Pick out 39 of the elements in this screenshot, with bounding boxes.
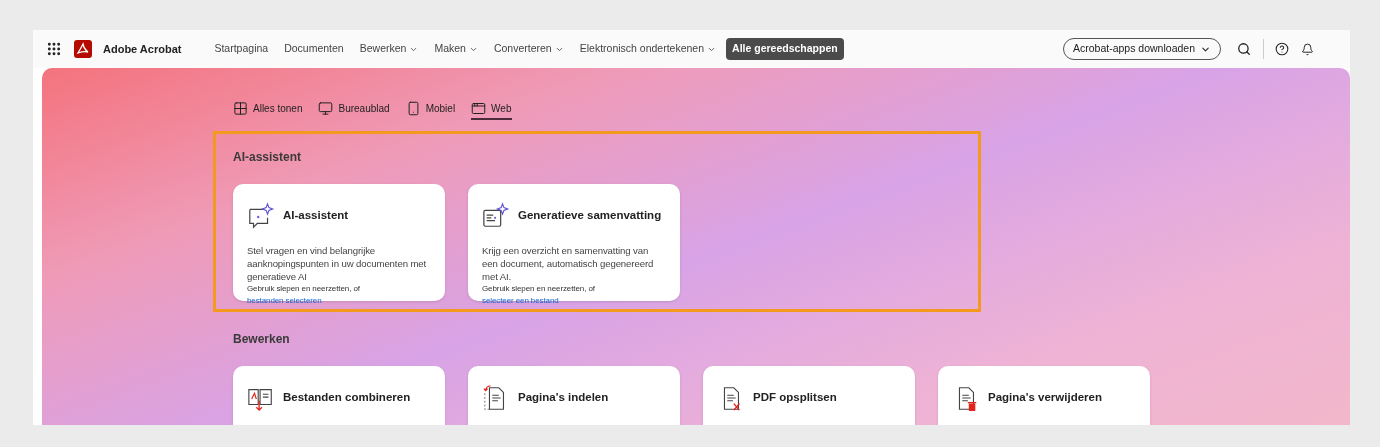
- filter-tab[interactable]: Mobiel: [405, 98, 456, 120]
- filter-tab[interactable]: Alles tonen: [233, 98, 303, 120]
- card-description: Stel vragen en vind belangrijke aanknopingspunten in uw documenten met generatieve AI: [247, 244, 428, 283]
- tool-card[interactable]: Bestanden combineren: [233, 366, 445, 425]
- card-title: Pagina's indelen: [518, 390, 609, 406]
- chat-sparkle-icon: [247, 202, 275, 230]
- section-title: AI-assistent: [233, 149, 303, 164]
- app-name: Adobe Acrobat: [103, 41, 182, 57]
- section-title: Bewerken: [233, 331, 291, 346]
- tool-card[interactable]: PDF opsplitsen: [703, 366, 915, 425]
- grid-icon: [233, 100, 248, 116]
- nav-item[interactable]: Startpagina: [208, 38, 275, 60]
- card-title: Generatieve samenvatting: [518, 208, 662, 224]
- card-title: Pagina's verwijderen: [988, 390, 1102, 406]
- filter-tab[interactable]: Bureaublad: [318, 98, 390, 120]
- card-title: Bestanden combineren: [283, 390, 411, 406]
- nav-item[interactable]: Documenten: [278, 38, 350, 60]
- acrobat-logo-icon: [74, 40, 92, 58]
- phone-icon: [405, 100, 421, 116]
- monitor-icon: [318, 100, 334, 116]
- nav-item[interactable]: Alle gereedschappen: [726, 38, 844, 60]
- apps-grid-icon[interactable]: [46, 41, 62, 57]
- nav-item[interactable]: Elektronisch ondertekenen: [573, 38, 723, 60]
- card-title: PDF opsplitsen: [753, 390, 837, 406]
- tool-card[interactable]: Pagina's verwijderen: [938, 366, 1150, 425]
- nav-item[interactable]: Converteren: [487, 38, 570, 60]
- filter-tab[interactable]: Web: [471, 98, 512, 120]
- help-icon[interactable]: [1275, 42, 1289, 56]
- summary-sparkle-icon: [482, 202, 510, 230]
- nav-item[interactable]: Maken: [428, 38, 484, 60]
- tool-card[interactable]: Pagina's indelen: [468, 366, 680, 425]
- tool-card[interactable]: AI-assistent Stel vragen en vind belangrijke aanknopingspunten in uw documenten met generatieve AI Gebruik slepen en neerzetten, of bestanden selecteren: [233, 184, 445, 301]
- search-icon[interactable]: [1237, 42, 1251, 56]
- card-description: Krijg een overzicht en samenvatting van een document, automatisch gegenereerd met AI.: [482, 244, 655, 283]
- nav-item[interactable]: Bewerken: [353, 38, 425, 60]
- window-icon: [471, 100, 487, 116]
- notifications-icon[interactable]: [1301, 42, 1314, 56]
- card-title: AI-assistent: [283, 208, 349, 224]
- tool-card[interactable]: Generatieve samenvatting Krijg een overzicht en samenvatting van een document, automatisch gegenereerd met AI. Gebruik slepen en neerzetten, of selecteer een bestand: [468, 184, 680, 301]
